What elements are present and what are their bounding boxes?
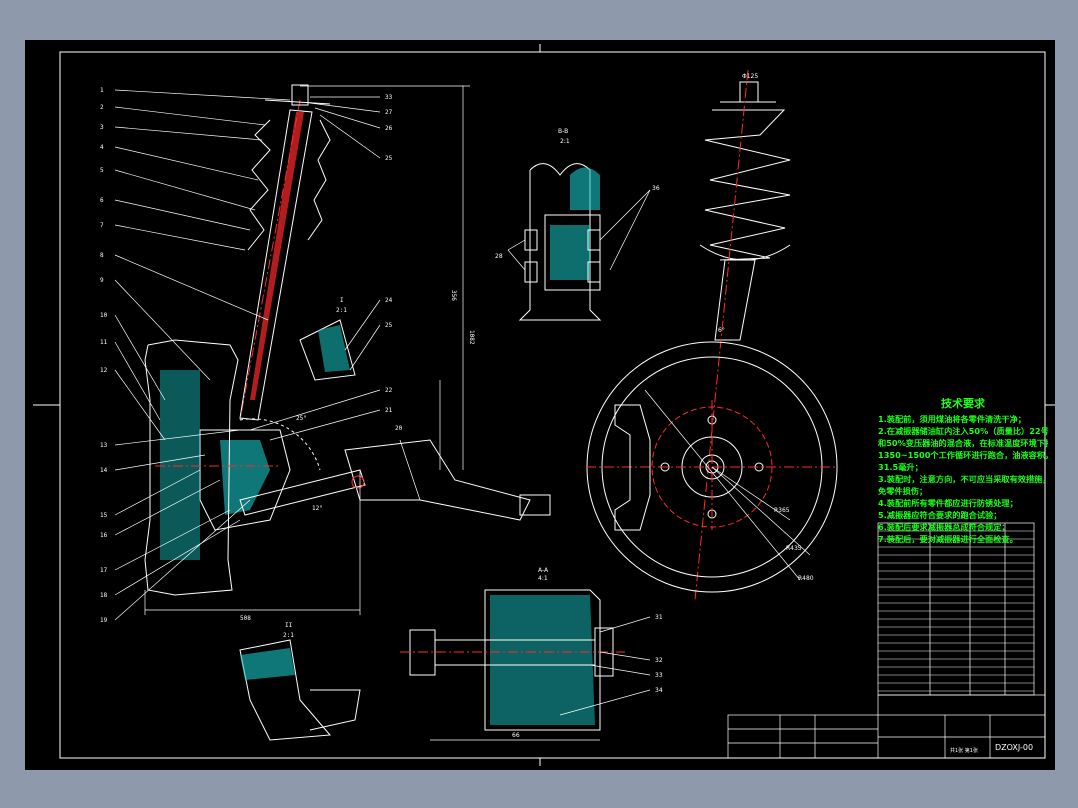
svg-text:R435: R435 xyxy=(786,545,802,552)
section-a-a: A-A 4:1 31 32 33 34 66 xyxy=(400,567,663,741)
svg-text:13: 13 xyxy=(100,442,108,449)
svg-text:33: 33 xyxy=(385,94,393,101)
parts-list xyxy=(877,522,1035,696)
svg-text:2:1: 2:1 xyxy=(560,138,570,145)
svg-text:A-A: A-A xyxy=(538,567,549,574)
svg-text:34: 34 xyxy=(655,687,663,694)
svg-text:20: 20 xyxy=(395,425,403,432)
svg-text:B-B: B-B xyxy=(558,128,568,135)
svg-text:2:1: 2:1 xyxy=(336,307,347,314)
title-block: DZOXJ-00 共1张 第1张 xyxy=(727,694,1046,759)
svg-text:27: 27 xyxy=(385,109,393,116)
requirement-line: 7.装配后，要对减振器进行全面检查。 xyxy=(878,534,1018,544)
svg-text:12°: 12° xyxy=(312,505,323,512)
svg-text:19: 19 xyxy=(100,617,108,624)
section-b-b: B-B 2:1 28 36 xyxy=(495,128,660,321)
svg-text:16: 16 xyxy=(100,532,108,539)
technical-requirements-title: 技术要求 xyxy=(941,398,985,410)
svg-text:4: 4 xyxy=(100,144,104,151)
svg-text:9: 9 xyxy=(100,277,104,284)
svg-text:17: 17 xyxy=(100,567,108,574)
svg-text:22: 22 xyxy=(385,387,393,394)
strut-assembly: 1 2 3 4 5 6 7 8 9 10 11 12 13 14 15 16 1… xyxy=(100,84,551,741)
svg-text:25: 25 xyxy=(385,322,393,329)
svg-text:3: 3 xyxy=(100,124,104,131)
svg-text:10: 10 xyxy=(100,312,108,319)
requirement-line: 2.在减振器储油缸内注入50%（质量比）22号汽轮机油 xyxy=(878,426,1048,436)
svg-text:508: 508 xyxy=(240,615,251,622)
svg-text:8: 8 xyxy=(100,252,104,259)
svg-text:21: 21 xyxy=(385,407,393,414)
svg-text:共1张 第1张: 共1张 第1张 xyxy=(950,747,978,754)
svg-text:36: 36 xyxy=(652,185,660,192)
technical-requirements: 技术要求 1.装配前，须用煤油将各零件清洗干净； 2.在减振器储油缸内注入50%… xyxy=(878,398,1048,545)
svg-text:12: 12 xyxy=(100,367,108,374)
svg-text:18: 18 xyxy=(100,592,108,599)
requirement-line: 4.装配前所有零件都应进行防锈处理； xyxy=(878,498,1018,508)
svg-text:1082: 1082 xyxy=(468,330,475,345)
svg-text:4:1: 4:1 xyxy=(538,575,548,582)
svg-text:33: 33 xyxy=(655,672,663,679)
svg-text:6°: 6° xyxy=(718,327,725,334)
svg-text:II: II xyxy=(285,622,293,629)
requirement-line: 3.装配时，注意方向，不可应当采取有效措施，避 xyxy=(878,474,1048,484)
svg-text:2:1: 2:1 xyxy=(283,632,294,639)
drawing-number: DZOXJ-00 xyxy=(995,743,1033,752)
svg-text:26: 26 xyxy=(385,125,393,132)
svg-text:2: 2 xyxy=(100,104,104,111)
requirement-line: 免零件损伤； xyxy=(878,486,928,496)
svg-text:66: 66 xyxy=(512,732,520,739)
svg-text:31: 31 xyxy=(655,614,663,621)
svg-text:7: 7 xyxy=(100,222,104,229)
svg-text:R365: R365 xyxy=(774,507,790,514)
front-view: Φ125 6° R365 R435 R480 xyxy=(586,69,838,601)
svg-text:I: I xyxy=(340,297,344,304)
svg-text:356: 356 xyxy=(450,290,457,301)
svg-text:14: 14 xyxy=(100,467,108,474)
requirement-line: 和50%变压器油的混合液，在标准温度环境下按照 xyxy=(878,438,1048,448)
svg-text:Φ125: Φ125 xyxy=(742,73,758,80)
svg-text:25°: 25° xyxy=(296,415,307,422)
requirement-line: 6.装配后要求减振器总成符合规定； xyxy=(878,522,1010,532)
svg-text:24: 24 xyxy=(385,297,393,304)
requirement-line: 5.减振器应符合要求的跑合试验； xyxy=(878,510,1002,520)
svg-text:11: 11 xyxy=(100,339,108,346)
svg-text:15: 15 xyxy=(100,512,108,519)
svg-text:R480: R480 xyxy=(798,575,814,582)
svg-text:32: 32 xyxy=(655,657,663,664)
svg-text:5: 5 xyxy=(100,167,104,174)
requirement-line: 1350~1500个工作循环进行跑合，油液容积，加注量为 xyxy=(878,450,1048,460)
part-label: 1 xyxy=(100,87,104,94)
svg-text:6: 6 xyxy=(100,197,104,204)
svg-text:25: 25 xyxy=(385,155,393,162)
svg-text:28: 28 xyxy=(495,253,503,260)
requirement-line: 31.5毫升； xyxy=(878,462,923,472)
requirement-line: 1.装配前，须用煤油将各零件清洗干净； xyxy=(878,414,1026,424)
